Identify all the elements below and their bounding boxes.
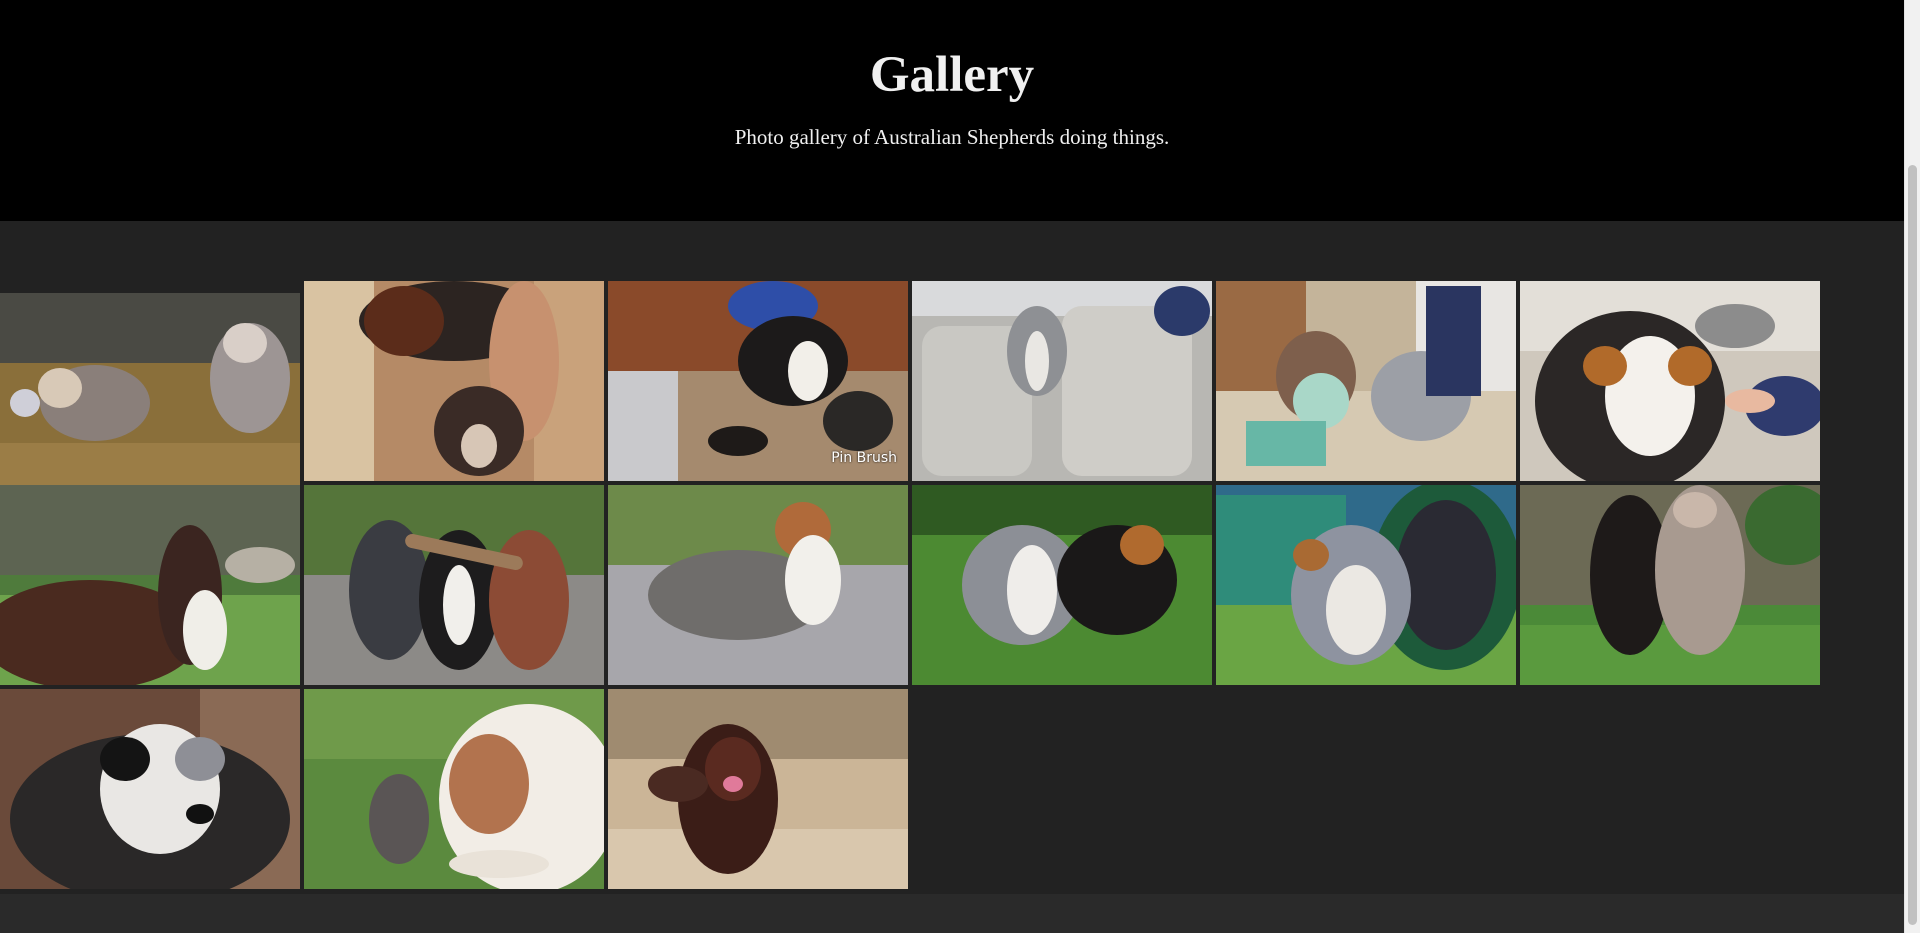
footer [0, 894, 1904, 933]
gallery-photo-12[interactable] [1520, 485, 1820, 685]
gallery-photo-13[interactable] [0, 689, 300, 889]
gallery-photo-2[interactable] [304, 281, 604, 481]
scrollbar-thumb[interactable] [1908, 165, 1917, 925]
gallery-photo-5[interactable] [1216, 281, 1516, 481]
page-subtitle: Photo gallery of Australian Shepherds do… [734, 125, 1170, 149]
vertical-scrollbar[interactable] [1904, 0, 1920, 933]
gallery-photo-11[interactable] [1216, 485, 1516, 685]
photo-caption: Pin Brush [831, 450, 897, 466]
gallery-photo-6[interactable] [1520, 281, 1820, 481]
photo-gallery: Pin Brush [0, 281, 1822, 889]
page-title: Gallery [869, 47, 1035, 103]
gallery-photo-15[interactable] [608, 689, 908, 889]
gallery-photo-14[interactable] [304, 689, 604, 889]
gallery-photo-3[interactable]: Pin Brush [608, 281, 908, 481]
gallery-photo-10[interactable] [912, 485, 1212, 685]
gallery-photo-7[interactable] [0, 485, 300, 685]
header: Gallery Photo gallery of Australian Shep… [0, 0, 1904, 221]
gallery-photo-8[interactable] [304, 485, 604, 685]
gallery-photo-4[interactable] [912, 281, 1212, 481]
gallery-photo-9[interactable] [608, 485, 908, 685]
page: Gallery Photo gallery of Australian Shep… [0, 0, 1904, 933]
gallery-photo-1[interactable] [0, 293, 300, 493]
